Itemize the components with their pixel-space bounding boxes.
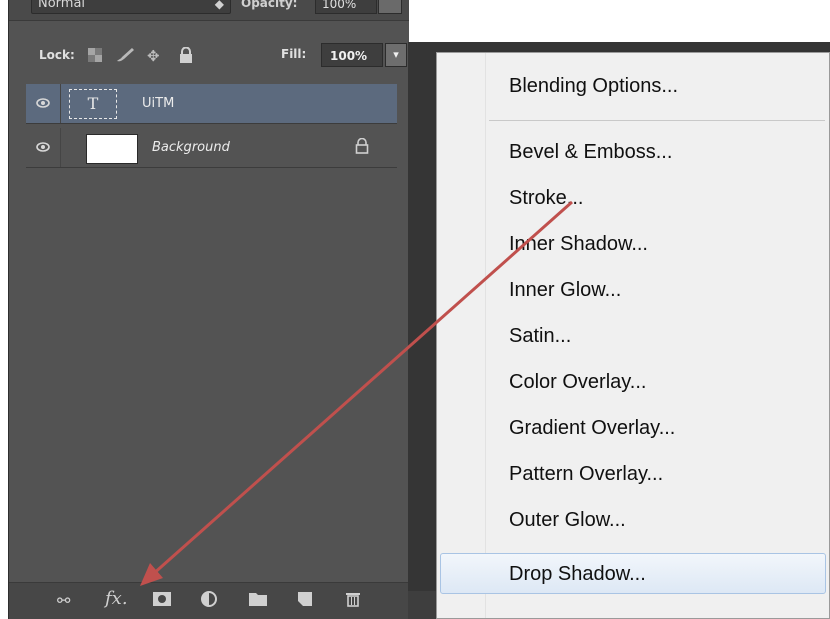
opacity-field[interactable]: 100% (315, 0, 377, 14)
fx-label: fx (105, 588, 122, 609)
move-icon[interactable]: ✥ (147, 47, 160, 65)
layer-name: UiTM (142, 96, 175, 111)
folder-icon[interactable] (249, 591, 267, 610)
layer-name: Background (152, 140, 230, 155)
blend-opacity-bar: Normal ◆ Opacity: 100% (9, 0, 409, 21)
trash-icon[interactable] (345, 591, 361, 611)
layer-style-menu: Blending Options... Bevel & Emboss... St… (436, 52, 830, 619)
lock-label: Lock: (39, 48, 75, 62)
menu-item-satin[interactable]: Satin... (509, 325, 571, 348)
visibility-toggle[interactable] (26, 128, 61, 167)
mask-icon[interactable] (153, 591, 171, 610)
new-layer-icon[interactable] (297, 591, 313, 611)
menu-item-inner-shadow[interactable]: Inner Shadow... (509, 233, 648, 256)
blend-mode-value: Normal (38, 0, 86, 11)
menu-item-drop-shadow[interactable]: Drop Shadow... (509, 563, 646, 586)
layers-panel: Normal ◆ Opacity: 100% Lock: ✥ Fill: 100… (8, 0, 409, 619)
eye-icon (36, 142, 50, 152)
menu-item-color-overlay[interactable]: Color Overlay... (509, 371, 646, 394)
link-icon[interactable]: ⚯ (57, 591, 70, 610)
opacity-label: Opacity: (241, 0, 298, 10)
layers-bottom-toolbar: ⚯ fx. (9, 582, 409, 619)
lock-icon[interactable] (179, 46, 193, 67)
menu-item-stroke[interactable]: Stroke... (509, 187, 583, 210)
menu-item-blending-options[interactable]: Blending Options... (509, 75, 678, 98)
menu-item-bevel-emboss[interactable]: Bevel & Emboss... (509, 141, 672, 164)
layer-row-background[interactable]: Background (26, 128, 397, 168)
fx-icon[interactable]: fx. (105, 588, 128, 609)
menu-separator (489, 120, 825, 121)
visibility-toggle[interactable] (26, 84, 61, 123)
adjustment-icon[interactable] (201, 591, 219, 611)
chevron-down-icon: ◆ (214, 0, 224, 11)
opacity-dropdown-button[interactable] (378, 0, 402, 14)
menu-gutter (485, 53, 486, 618)
menu-item-pattern-overlay[interactable]: Pattern Overlay... (509, 463, 663, 486)
fill-label: Fill: (281, 47, 307, 61)
menu-item-inner-glow[interactable]: Inner Glow... (509, 279, 621, 302)
lock-row: Lock: ✥ Fill: 100% ▾ (9, 40, 409, 72)
brush-icon[interactable] (115, 47, 135, 67)
layer-row-text[interactable]: T UiTM (26, 84, 397, 124)
text-layer-thumbnail: T (69, 89, 117, 119)
menu-item-outer-glow[interactable]: Outer Glow... (509, 509, 626, 532)
blend-mode-select[interactable]: Normal ◆ (31, 0, 231, 14)
lock-icon (355, 137, 369, 158)
menu-item-gradient-overlay[interactable]: Gradient Overlay... (509, 417, 675, 440)
fill-dropdown-button[interactable]: ▾ (385, 43, 407, 67)
eye-icon (36, 98, 50, 108)
background-thumbnail (86, 134, 138, 164)
fill-field[interactable]: 100% (321, 43, 383, 67)
lock-transparent-icon[interactable] (87, 47, 103, 67)
